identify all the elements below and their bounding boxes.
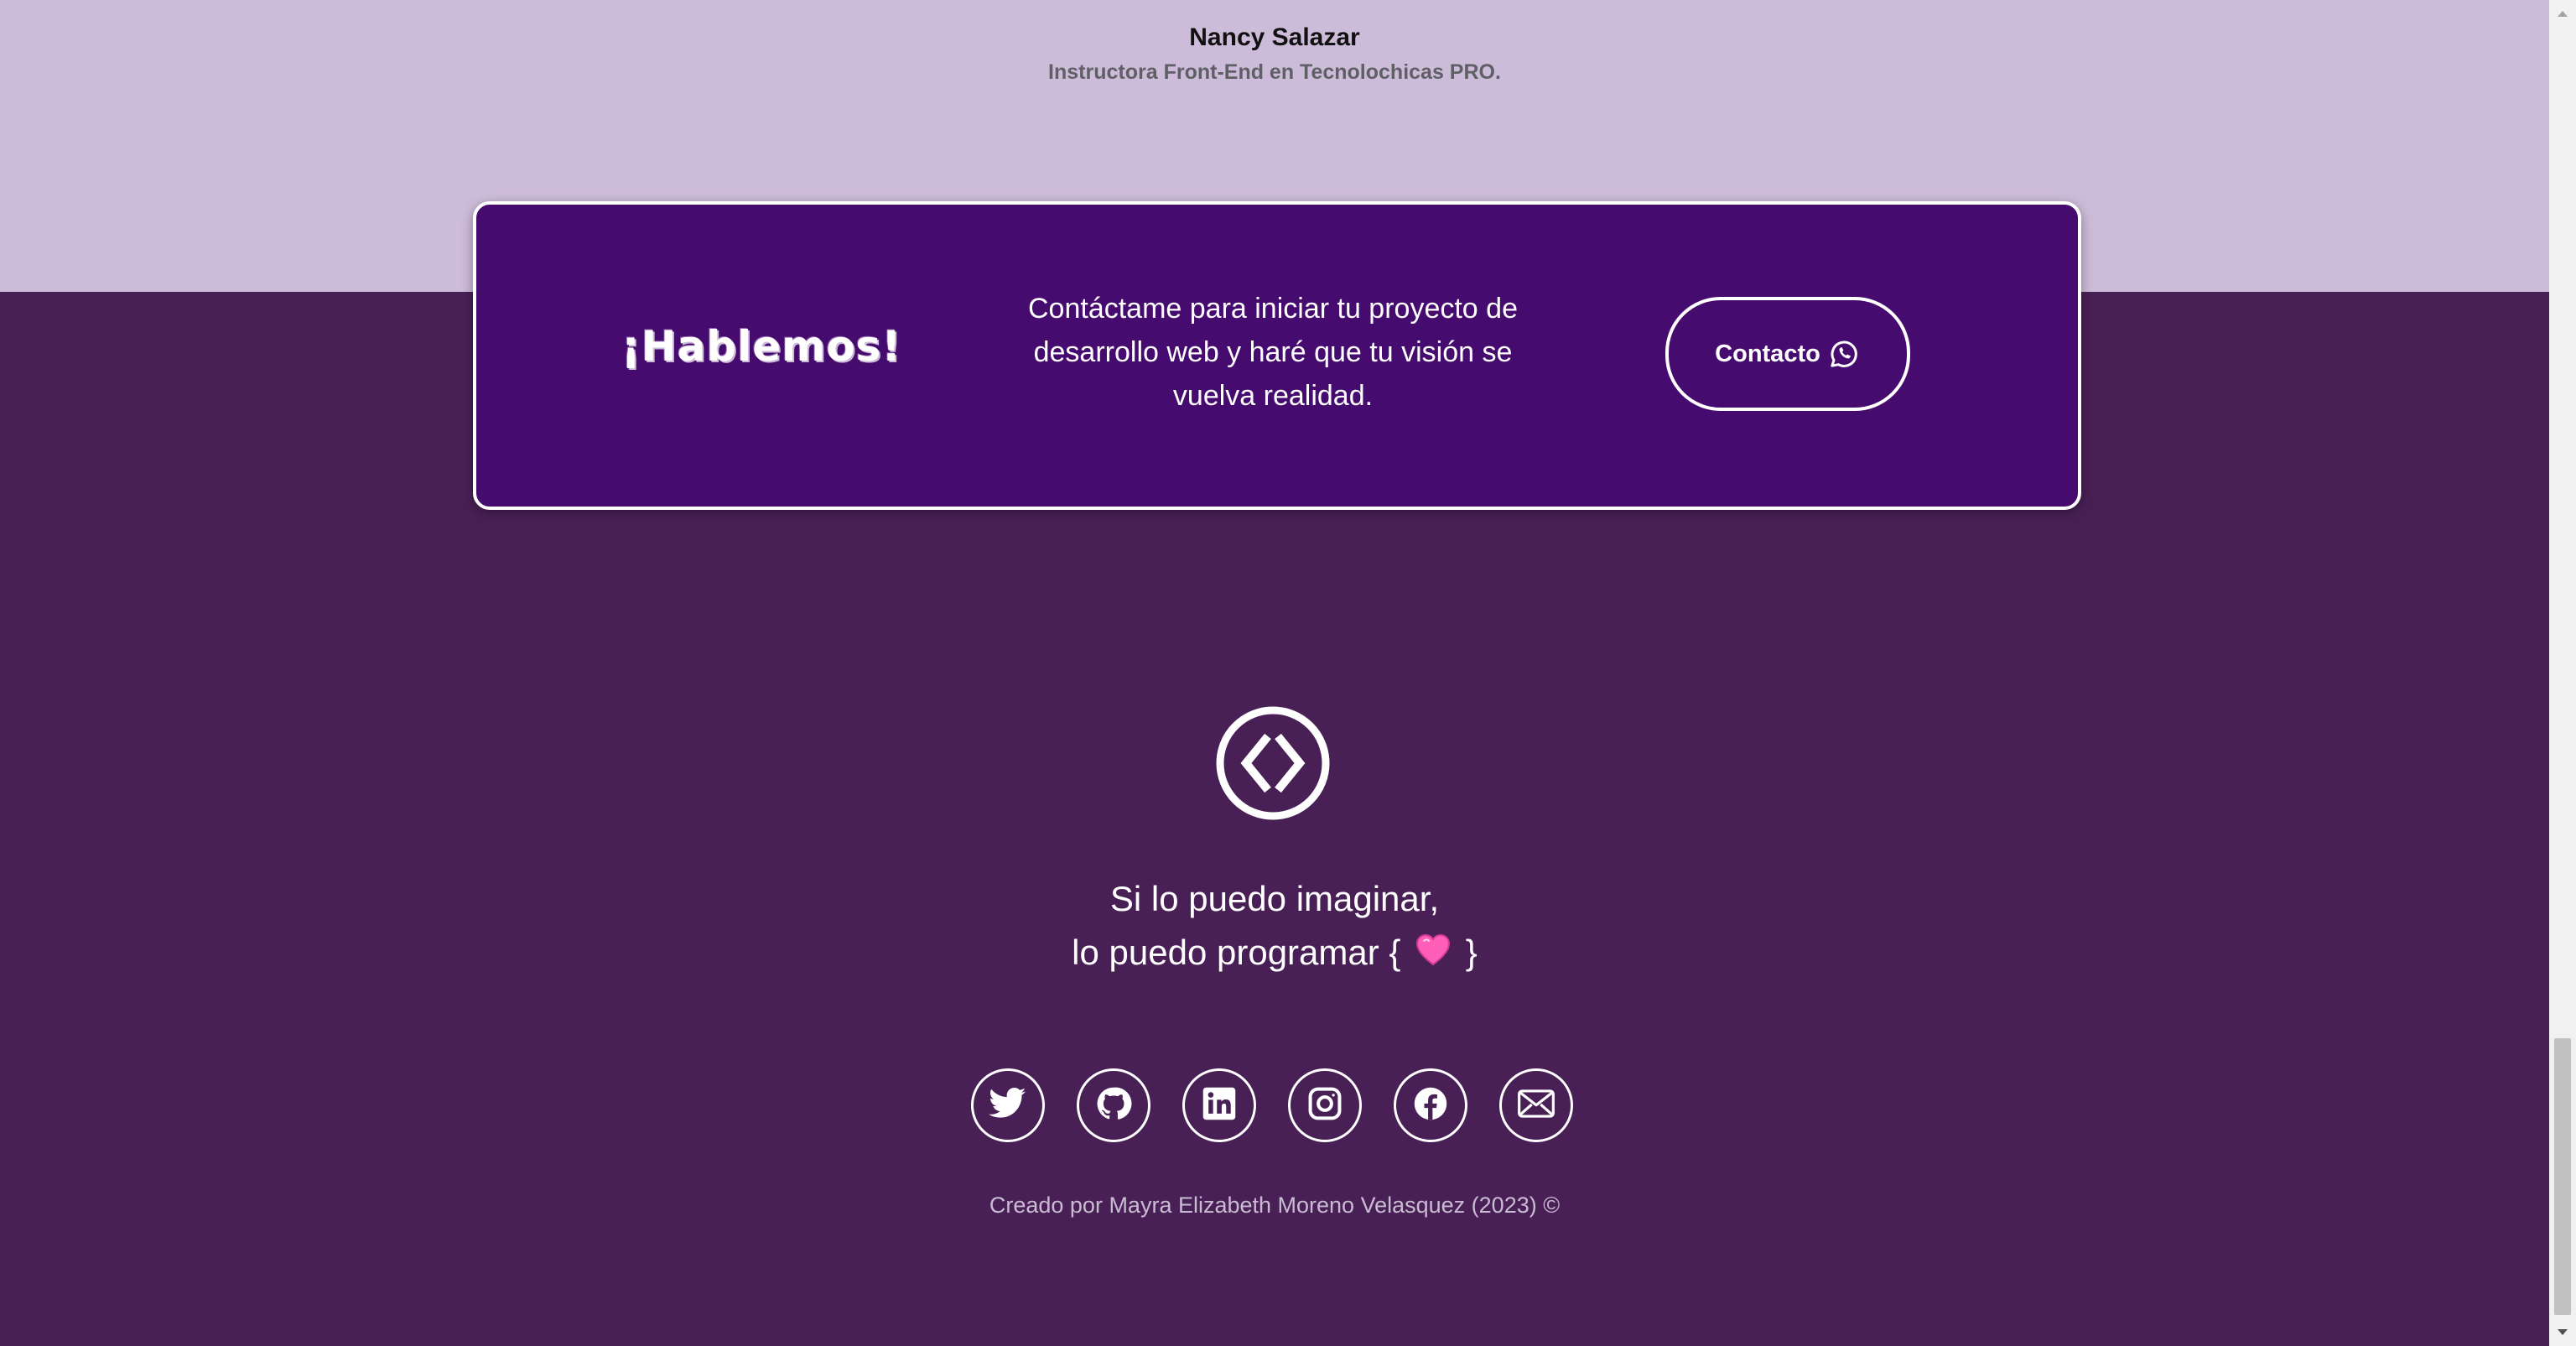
scroll-up-icon[interactable] (2549, 0, 2576, 27)
twitter-link[interactable] (971, 1068, 1045, 1142)
contact-button-label: Contacto (1715, 340, 1820, 367)
twitter-icon (989, 1087, 1027, 1125)
contact-button[interactable]: Contacto (1665, 297, 1910, 411)
mail-link[interactable] (1499, 1068, 1573, 1142)
tagline-line-2-prefix: lo puedo programar { (1072, 933, 1401, 972)
testimonial-author-name: Nancy Salazar (1189, 23, 1360, 51)
testimonial-author-role: Instructora Front-End en Tecnolochicas P… (1048, 60, 1501, 84)
tagline-line-2: lo puedo programar { } (0, 926, 2549, 982)
scrollbar-thumb[interactable] (2554, 1038, 2571, 1315)
scroll-down-icon[interactable] (2549, 1319, 2576, 1346)
tagline-line-1: Si lo puedo imaginar, (1109, 879, 1440, 918)
linkedin-icon (1201, 1085, 1238, 1126)
footer-tagline: Si lo puedo imaginar, lo puedo programar… (0, 872, 2549, 982)
code-brackets-icon (1214, 704, 1332, 822)
contact-card-title: ¡Hablemos! (621, 322, 902, 371)
instagram-link[interactable] (1288, 1068, 1362, 1142)
footer-credits: Creado por Mayra Elizabeth Moreno Velasq… (989, 1193, 1561, 1218)
mail-icon (1517, 1089, 1555, 1123)
facebook-link[interactable] (1394, 1068, 1467, 1142)
pink-heart-icon (1415, 928, 1451, 982)
contact-card-text: Contáctame para iniciar tu proyecto de d… (1028, 293, 1518, 412)
social-links (971, 1068, 1575, 1146)
whatsapp-icon (1827, 337, 1861, 371)
facebook-icon (1412, 1085, 1449, 1126)
instagram-icon (1306, 1085, 1343, 1126)
github-link[interactable] (1077, 1068, 1150, 1142)
page: Nancy Salazar Instructora Front-End en T… (0, 0, 2549, 1346)
tagline-line-2-suffix: } (1465, 933, 1478, 972)
linkedin-link[interactable] (1182, 1068, 1256, 1142)
vertical-scrollbar[interactable] (2549, 0, 2576, 1346)
github-icon (1095, 1085, 1132, 1126)
